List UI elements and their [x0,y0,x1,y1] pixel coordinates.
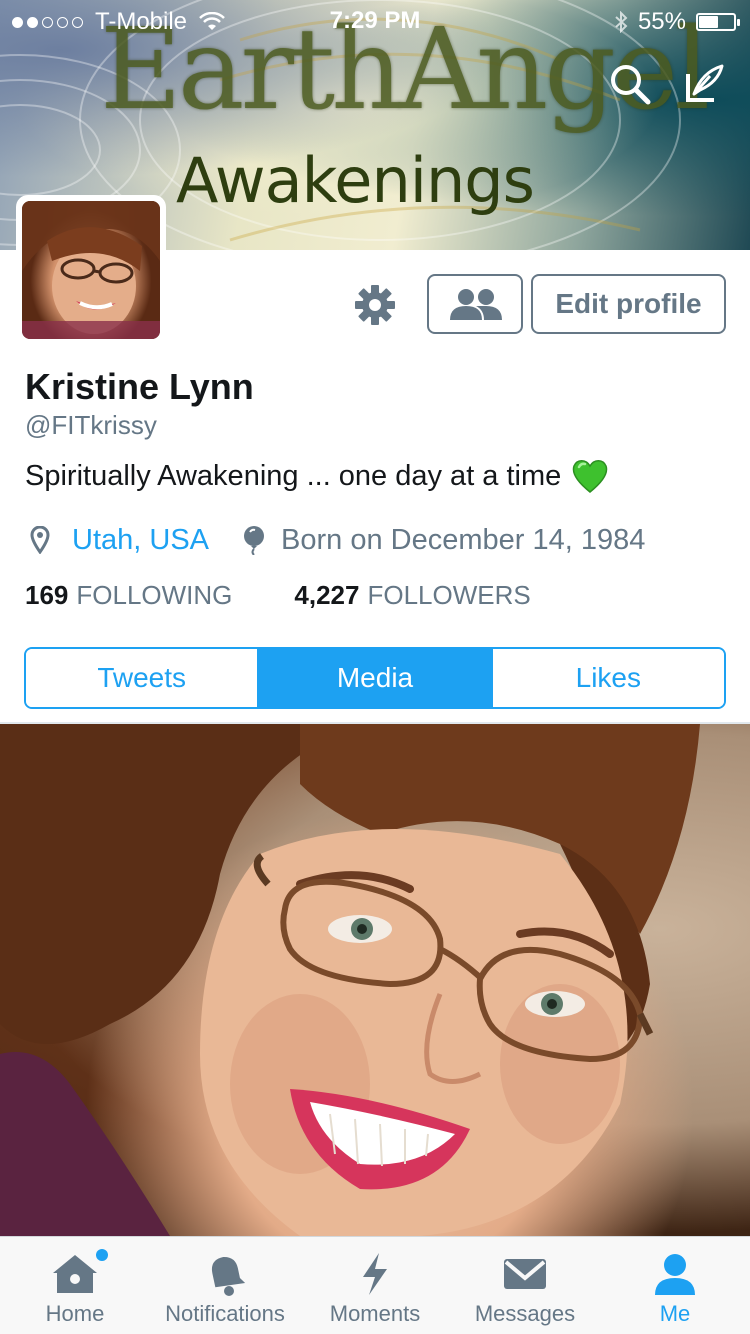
tabbar-home-label: Home [45,1301,105,1326]
envelope-icon [504,1259,546,1289]
profile-bio: Spiritually Awakening ... one day at a t… [25,458,609,494]
followers-stat[interactable]: 4,227 FOLLOWERS [294,580,530,611]
tabbar-home[interactable]: Home [0,1237,150,1334]
bluetooth-icon [615,11,628,33]
people-icon [450,289,502,320]
tabbar-messages-label: Messages [474,1301,576,1326]
banner-subtitle: Awakenings [176,144,535,217]
selfie-photo [0,724,700,1236]
tabbar-notifications-label: Notifications [165,1301,285,1326]
following-label: FOLLOWING [76,580,233,610]
battery-icon [696,13,740,31]
tabbar-moments[interactable]: Moments [300,1237,450,1334]
edit-profile-button[interactable]: Edit profile [531,274,726,334]
birthday-text: Born on December 14, 1984 [281,523,646,556]
balloon-icon [244,526,264,555]
bottom-tab-bar: Home Notifications Moments Messages Me [0,1236,750,1334]
lightning-icon [363,1253,387,1295]
location-pin-icon [30,526,50,554]
settings-button[interactable] [352,282,398,328]
tabbar-notifications[interactable]: Notifications [150,1237,300,1334]
following-count: 169 [25,580,69,610]
search-button[interactable] [606,60,654,108]
tabbar-me[interactable]: Me [600,1237,750,1334]
profile-meta: Utah, USA Born on December 14, 1984 [30,520,645,560]
tabbar-messages[interactable]: Messages [450,1237,600,1334]
profile-tabs: Tweets Media Likes [24,647,726,709]
home-badge-dot [96,1249,108,1261]
tab-media[interactable]: Media [257,649,491,707]
follow-people-button[interactable] [427,274,523,334]
profile-name: Kristine Lynn [25,366,254,407]
followers-count: 4,227 [294,580,360,610]
tabbar-me-label: Me [659,1301,691,1326]
battery-percent: 55% [637,8,686,35]
avatar[interactable] [16,195,166,345]
compose-icon [686,64,724,102]
tab-likes[interactable]: Likes [490,649,724,707]
tabbar-moments-label: Moments [329,1301,421,1326]
location-link[interactable]: Utah, USA [72,524,209,557]
follow-stats: 169 FOLLOWING 4,227 FOLLOWERS [25,580,531,611]
compose-button[interactable] [680,60,728,108]
bell-icon [211,1256,246,1296]
green-heart-icon [573,460,608,493]
tab-tweets[interactable]: Tweets [26,649,258,707]
search-icon [611,65,651,105]
profile-handle: @FITkrissy [25,410,157,440]
media-photo[interactable] [0,724,750,1236]
following-stat[interactable]: 169 FOLLOWING [25,580,232,611]
followers-label: FOLLOWERS [367,580,531,610]
avatar-photo [22,201,160,339]
gear-icon [355,285,395,325]
person-icon [655,1254,695,1295]
avatar-portrait [22,201,160,339]
status-bar: T-Mobile 7:29 PM 55% [0,0,750,40]
home-icon [53,1255,97,1293]
bio-text: Spiritually Awakening ... one day at a t… [25,459,562,492]
status-right: 55% [614,8,740,36]
battery-fill [699,16,718,28]
